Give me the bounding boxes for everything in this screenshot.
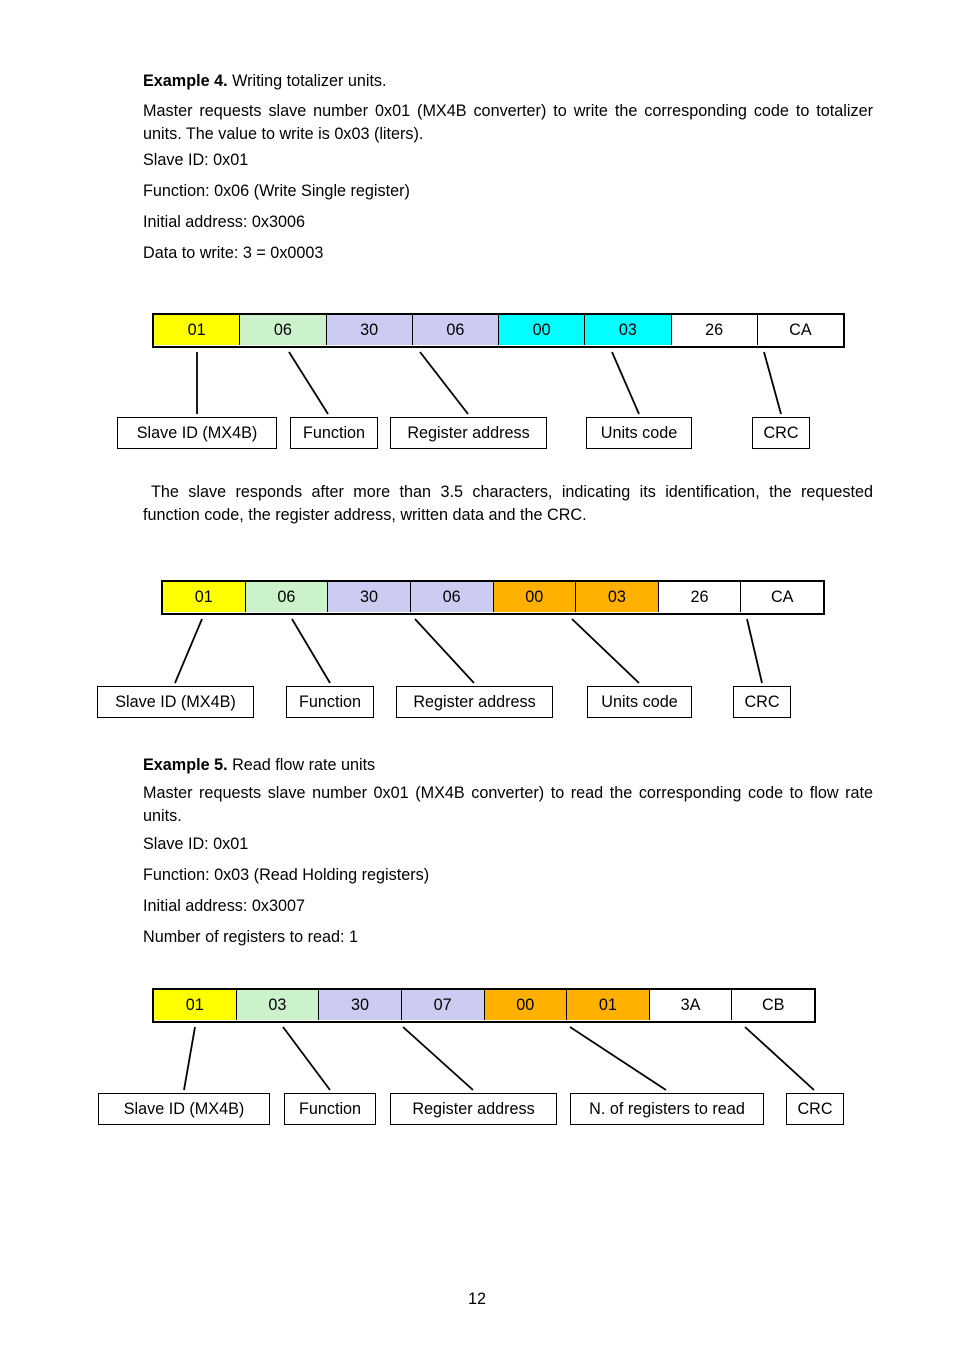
example4-heading-label: Example 4. (143, 72, 228, 90)
frame-byte-cell: 30 (328, 582, 411, 612)
example4-heading: Example 4. Writing totalizer units. (143, 70, 873, 93)
example5-heading-text: Read flow rate units (227, 756, 376, 774)
frame2-label-register-address: Register address (396, 686, 553, 718)
frame-byte-cell: 06 (240, 315, 327, 345)
example5-heading: Example 5. Read flow rate units (143, 754, 873, 777)
frame-byte-cell: 30 (326, 315, 413, 345)
example5-description-block: Master requests slave number 0x01 (MX4B … (143, 782, 873, 836)
frame2-label-function: Function (286, 686, 374, 718)
frame-byte-cell: 07 (401, 990, 485, 1020)
example4-param-list: Slave ID: 0x01 Function: 0x06 (Write Sin… (143, 145, 873, 269)
frame-byte-cell: 00 (493, 582, 577, 612)
frame1-label-slave-id: Slave ID (MX4B) (117, 417, 277, 449)
frame-byte-cell: 3A (649, 990, 733, 1020)
frame-byte-cell: 26 (658, 582, 742, 612)
frame2-label-crc: CRC (733, 686, 791, 718)
frame-byte-cell: CA (757, 315, 843, 345)
frame1-label-function: Function (290, 417, 378, 449)
frame-byte-cell: 06 (412, 315, 499, 345)
frame-byte-cell: 01 (163, 582, 246, 612)
frame1-label-crc: CRC (752, 417, 810, 449)
modbus-frame-response-example4: 01 06 30 06 00 03 26 CA (161, 580, 825, 615)
frame-byte-cell: 03 (585, 315, 672, 345)
frame-byte-cell: 03 (576, 582, 659, 612)
example4-heading-text: Writing totalizer units. (227, 72, 387, 90)
frame-byte-cell: 00 (499, 315, 586, 345)
example4-text-block: Example 4. Writing totalizer units. (143, 70, 873, 101)
page-number: 12 (467, 1290, 486, 1308)
frame2-leaders (174, 618, 763, 684)
frame-byte-cell: 06 (410, 582, 494, 612)
document-page: Example 4. Writing totalizer units. Mast… (0, 0, 954, 1349)
example4-data-to-write: Data to write: 3 = 0x0003 (143, 244, 324, 262)
frame3-label-register-address: Register address (390, 1093, 557, 1125)
example5-text-block: Example 5. Read flow rate units (143, 754, 873, 785)
frame3-label-slave-id: Slave ID (MX4B) (98, 1093, 270, 1125)
modbus-frame-request-example4: 01 06 30 06 00 03 26 CA (152, 313, 845, 348)
example5-heading-label: Example 5. (143, 756, 228, 774)
example4-initial-address: Initial address: 0x3006 (143, 213, 305, 231)
frame3-leaders (183, 1026, 815, 1091)
example5-function: Function: 0x03 (Read Holding registers) (143, 866, 430, 884)
example4-description: Master requests slave number 0x01 (MX4B … (143, 102, 873, 143)
example4-slave-id: Slave ID: 0x01 (143, 151, 249, 169)
example5-num-registers: Number of registers to read: 1 (143, 928, 359, 946)
frame-byte-cell: 01 (154, 990, 237, 1020)
modbus-frame-request-example5: 01 03 30 07 00 01 3A CB (152, 988, 816, 1023)
frame-byte-cell: CA (741, 582, 823, 612)
frame2-label-units-code: Units code (587, 686, 692, 718)
frame-byte-cell: 26 (671, 315, 758, 345)
frame-byte-cell: 06 (245, 582, 329, 612)
example5-description: Master requests slave number 0x01 (MX4B … (143, 784, 873, 825)
frame3-label-function: Function (284, 1093, 376, 1125)
frame1-label-register-address: Register address (390, 417, 547, 449)
frame-byte-cell: 01 (154, 315, 241, 345)
frame-byte-cell: 30 (319, 990, 402, 1020)
response-paragraph: The slave responds after more than 3.5 c… (143, 483, 873, 524)
example5-initial-address: Initial address: 0x3007 (143, 897, 305, 915)
frame1-label-units-code: Units code (586, 417, 692, 449)
frame-byte-cell: 01 (567, 990, 650, 1020)
response-paragraph-block: The slave responds after more than 3.5 c… (143, 481, 873, 535)
example5-slave-id: Slave ID: 0x01 (143, 835, 249, 853)
frame3-label-num-registers: N. of registers to read (570, 1093, 764, 1125)
frame3-label-crc: CRC (786, 1093, 844, 1125)
frame1-leaders (196, 351, 782, 415)
example4-function: Function: 0x06 (Write Single register) (143, 182, 410, 200)
frame-byte-cell: 03 (236, 990, 320, 1020)
example5-param-list: Slave ID: 0x01 Function: 0x03 (Read Hold… (143, 829, 873, 953)
frame-byte-cell: CB (732, 990, 814, 1020)
frame-byte-cell: 00 (484, 990, 568, 1020)
frame2-label-slave-id: Slave ID (MX4B) (97, 686, 254, 718)
